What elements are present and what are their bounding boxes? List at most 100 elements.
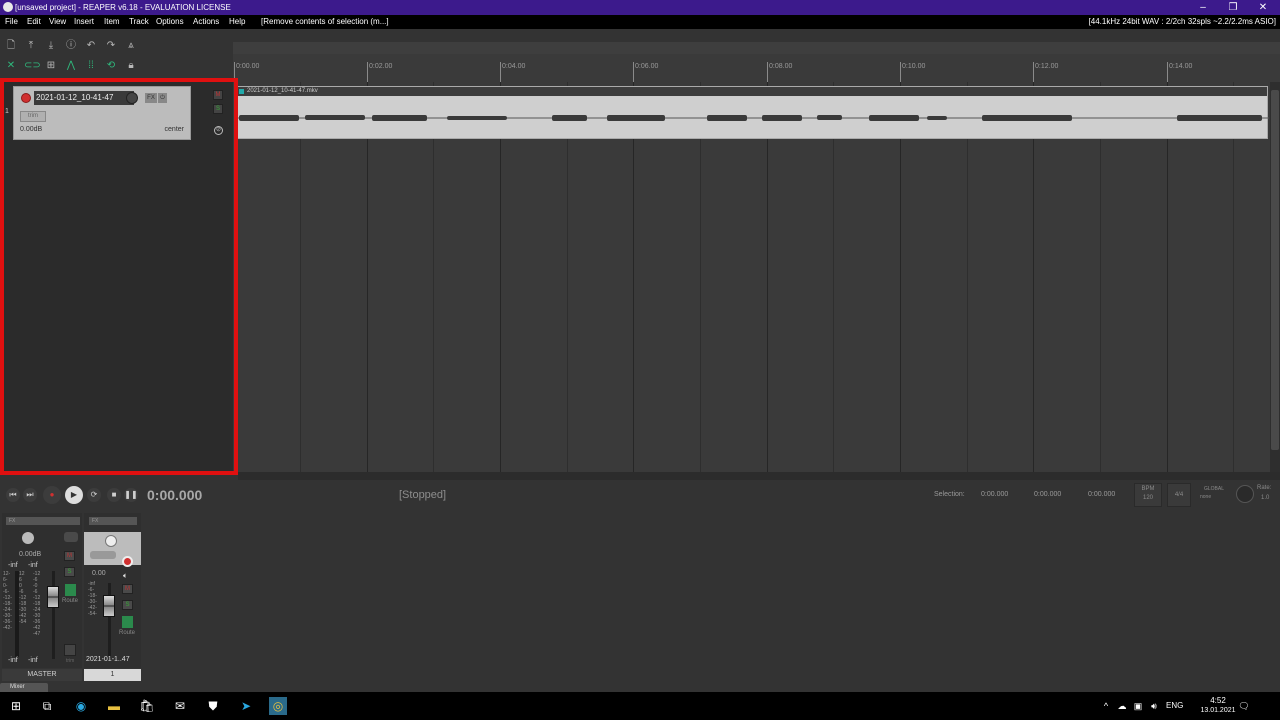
go-to-end-button[interactable]: ⏭ bbox=[23, 488, 37, 502]
selection-length[interactable]: 0:00.000 bbox=[1088, 491, 1115, 498]
minimize-button[interactable]: – bbox=[1188, 0, 1218, 15]
track-fx-slot[interactable]: FX bbox=[89, 517, 137, 525]
close-button[interactable]: ✕ bbox=[1248, 0, 1278, 15]
region-lane[interactable] bbox=[233, 42, 1280, 54]
menu-help[interactable]: Help bbox=[229, 17, 245, 26]
game-app-icon[interactable]: ⛊ bbox=[204, 697, 222, 715]
auto-crossfade-icon[interactable]: ⟲ bbox=[104, 60, 118, 72]
metronome-icon[interactable]: ⩓ bbox=[124, 40, 138, 52]
redo-icon[interactable]: ↷ bbox=[104, 40, 118, 52]
vertical-scrollbar[interactable] bbox=[1270, 82, 1280, 472]
selection-start[interactable]: 0:00.000 bbox=[981, 491, 1008, 498]
master-label: MASTER bbox=[2, 669, 82, 681]
media-item[interactable]: 2021-01-12_10-41-47.mkv bbox=[236, 86, 1269, 139]
timeline-ruler[interactable]: 0:00.00 0:02.00 0:04.00 0:06.00 0:08.00 … bbox=[233, 54, 1280, 82]
onedrive-icon[interactable]: ☁ bbox=[1116, 700, 1128, 712]
time-signature[interactable]: 4/4 bbox=[1167, 483, 1191, 507]
undo-icon[interactable]: ↶ bbox=[84, 40, 98, 52]
track-mute-button[interactable]: M bbox=[122, 584, 133, 594]
file-explorer-icon[interactable]: ▬ bbox=[105, 697, 123, 715]
time-display[interactable]: 0:00.000 bbox=[147, 487, 202, 503]
master-meter-scale-right: -12 -6 -0 -6 -12 -18 -24 -30 -36 -42 -47 bbox=[33, 571, 41, 637]
menu-file[interactable]: File bbox=[5, 17, 18, 26]
repeat-button[interactable]: ⟳ bbox=[87, 488, 101, 502]
new-project-icon[interactable]: 🗋 bbox=[4, 40, 18, 52]
record-button[interactable]: ● bbox=[43, 486, 61, 504]
clock-date[interactable]: 13.01.2021 bbox=[1196, 707, 1240, 714]
maximize-button[interactable]: ❐ bbox=[1218, 0, 1248, 15]
master-solo-button[interactable]: S bbox=[64, 567, 75, 577]
item-badge-icon bbox=[239, 89, 244, 94]
track-width-slider[interactable] bbox=[90, 551, 116, 559]
play-button[interactable]: ▶ bbox=[65, 486, 83, 504]
snap-icon[interactable]: ✕ bbox=[4, 60, 18, 72]
waveform bbox=[237, 115, 1269, 121]
menu-edit[interactable]: Edit bbox=[27, 17, 41, 26]
mixer-track-name[interactable]: 2021-01-1..47 bbox=[86, 656, 130, 663]
telegram-icon[interactable]: ➤ bbox=[237, 697, 255, 715]
master-volume-knob[interactable] bbox=[22, 532, 34, 544]
master-fader[interactable] bbox=[47, 586, 59, 608]
master-route-label[interactable]: Route bbox=[62, 598, 78, 604]
ruler-label: 0:08.00 bbox=[769, 63, 793, 70]
language-indicator[interactable]: ENG bbox=[1166, 701, 1183, 710]
track-solo-button[interactable]: S bbox=[122, 600, 133, 610]
track-strip-volume: 0.00 bbox=[92, 570, 106, 577]
ripple-edit-icon[interactable]: ⊂⊃ bbox=[24, 60, 41, 72]
arrange-view[interactable] bbox=[233, 82, 1270, 472]
envelope-icon[interactable]: ⋀ bbox=[64, 60, 78, 72]
global-automation-box[interactable]: GLOBAL none bbox=[1196, 483, 1231, 507]
track-route-label[interactable]: Route bbox=[119, 630, 135, 636]
network-icon[interactable]: ▣ bbox=[1132, 700, 1144, 712]
item-grouping-icon[interactable]: ⁞⁞ bbox=[84, 60, 98, 72]
master-peak-right: -inf bbox=[28, 562, 38, 569]
master-meter-scale-left: 12- 6- 0- -6- -12- -18- -24- -30- -36- -… bbox=[3, 571, 12, 631]
volume-icon[interactable]: 🔊︎ bbox=[1148, 700, 1160, 712]
track-route-icon[interactable] bbox=[122, 616, 133, 628]
track-fader[interactable] bbox=[103, 595, 115, 617]
menu-track[interactable]: Track bbox=[129, 17, 149, 26]
store-icon[interactable]: 🛍︎ bbox=[138, 697, 156, 715]
rate-value: 1.0 bbox=[1261, 495, 1270, 501]
master-route-icon[interactable] bbox=[65, 584, 76, 596]
menu-actions[interactable]: Actions bbox=[193, 17, 219, 26]
selection-end[interactable]: 0:00.000 bbox=[1034, 491, 1061, 498]
go-to-start-button[interactable]: ⏮ bbox=[6, 488, 20, 502]
clock-time[interactable]: 4:52 bbox=[1200, 696, 1236, 705]
grid-icon[interactable]: ⊞ bbox=[44, 60, 58, 72]
pause-button[interactable]: ❚❚ bbox=[124, 488, 138, 502]
tray-overflow-icon[interactable]: ^ bbox=[1100, 700, 1112, 712]
tempo-box[interactable]: BPM 120 bbox=[1134, 483, 1162, 507]
lock-icon[interactable]: 🔒︎ bbox=[124, 60, 138, 72]
ruler-label: 0:10.00 bbox=[902, 63, 926, 70]
master-mono-icon[interactable] bbox=[64, 532, 78, 542]
playrate-knob[interactable] bbox=[1236, 485, 1254, 503]
ruler-label: 0:04.00 bbox=[502, 63, 526, 70]
reaper-taskbar-icon[interactable]: ◎ bbox=[269, 697, 287, 715]
edge-browser-icon[interactable]: ◉ bbox=[72, 697, 90, 715]
notifications-icon[interactable]: 🗨︎ bbox=[1238, 700, 1250, 712]
ruler-label: 0:00.00 bbox=[236, 63, 260, 70]
menu-item[interactable]: Item bbox=[104, 17, 120, 26]
stop-button[interactable]: ■ bbox=[107, 488, 121, 502]
audio-device-info[interactable]: [44.1kHz 24bit WAV : 2/2ch 32spls ~2.2/2… bbox=[1089, 17, 1276, 26]
save-project-icon[interactable]: ⤓ bbox=[44, 40, 58, 52]
task-view-icon[interactable]: ⧉ bbox=[38, 697, 56, 715]
mixer-tab[interactable]: Mixer bbox=[0, 683, 48, 692]
speaker-icon[interactable]: 🔈︎ bbox=[123, 571, 128, 581]
windows-start-icon[interactable]: ⊞ bbox=[7, 697, 25, 715]
track-volume-knob[interactable] bbox=[105, 535, 117, 547]
scrollbar-thumb[interactable] bbox=[1271, 90, 1279, 450]
mail-icon[interactable]: ✉ bbox=[171, 697, 189, 715]
project-settings-icon[interactable]: ⓘ bbox=[64, 40, 78, 52]
menu-options[interactable]: Options bbox=[156, 17, 184, 26]
track-record-arm-button[interactable] bbox=[122, 556, 133, 567]
media-item-label: 2021-01-12_10-41-47.mkv bbox=[247, 88, 318, 94]
master-mute-button[interactable]: M bbox=[64, 551, 75, 561]
menu-insert[interactable]: Insert bbox=[74, 17, 94, 26]
open-project-icon[interactable]: ⤒ bbox=[24, 40, 38, 52]
master-fx-slot[interactable]: FX bbox=[6, 517, 80, 525]
horizontal-scrollbar[interactable] bbox=[238, 472, 1280, 480]
menu-view[interactable]: View bbox=[49, 17, 66, 26]
master-automation-icon[interactable] bbox=[64, 644, 76, 656]
